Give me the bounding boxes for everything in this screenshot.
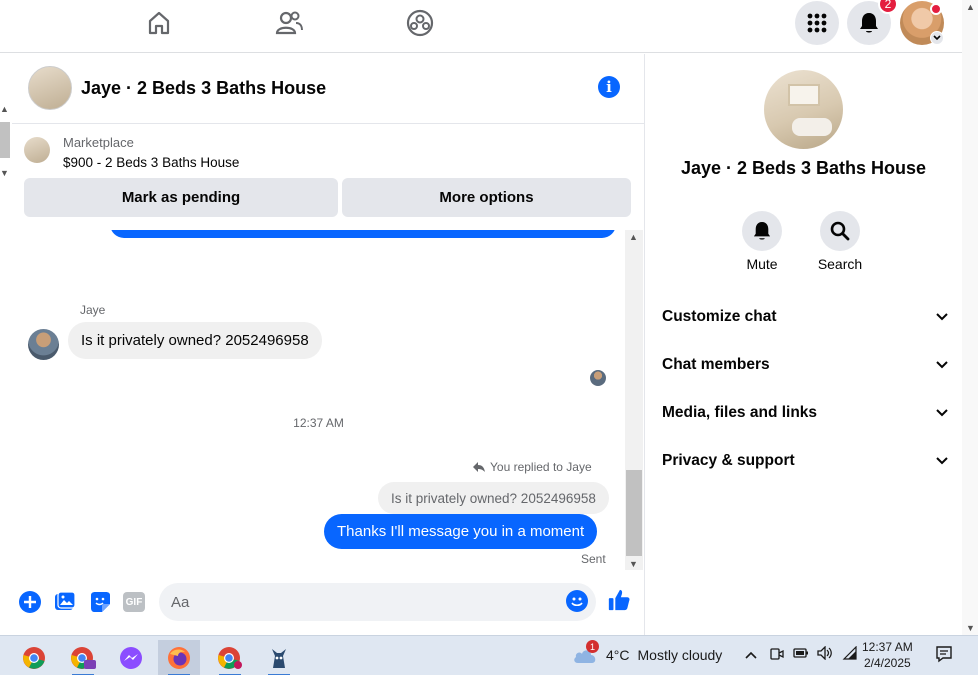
windows-taskbar: 1 4°C Mostly cloudy 12:37 AM 2/4/2025 [0, 635, 978, 675]
weather-condition: Mostly cloudy [637, 647, 723, 663]
section-chat-members[interactable]: Chat members [662, 350, 948, 380]
gif-label: GIF [123, 592, 145, 612]
section-label: Media, files and links [662, 404, 818, 421]
chrome-icon[interactable] [13, 640, 55, 675]
sender-name: Jaye [80, 303, 106, 317]
marketplace-listing: Marketplace $900 - 2 Beds 3 Baths House … [12, 125, 644, 230]
listing-title[interactable]: $900 - 2 Beds 3 Baths House [63, 155, 239, 170]
scroll-up-icon[interactable]: ▲ [966, 2, 975, 12]
groups-icon[interactable] [403, 6, 437, 40]
details-avatar[interactable] [764, 70, 843, 149]
top-navigation: 2 [0, 0, 962, 53]
section-customize-chat[interactable]: Customize chat [662, 302, 948, 332]
search-button[interactable] [820, 211, 860, 251]
weather-widget[interactable]: 1 4°C Mostly cloudy [572, 640, 723, 664]
chat-panel: Jaye · 2 Beds 3 Baths House i Marketplac… [12, 54, 644, 635]
battery-icon[interactable] [793, 646, 809, 663]
previous-outgoing-bubble [110, 230, 616, 238]
sticker-icon[interactable] [88, 590, 112, 614]
photo-icon[interactable] [53, 590, 77, 614]
emoji-icon[interactable] [566, 590, 588, 612]
bell-icon [860, 13, 878, 33]
temperature: 4°C [606, 647, 630, 663]
chevron-down-icon [936, 361, 948, 369]
quoted-message[interactable]: Is it privately owned? 2052496958 [378, 482, 609, 514]
seen-indicator-avatar [590, 370, 606, 386]
gif-icon[interactable]: GIF [122, 590, 146, 614]
notification-badge: 2 [878, 0, 898, 14]
reply-indicator: You replied to Jaye [472, 460, 592, 474]
chrome-profile-2-icon[interactable] [209, 640, 251, 675]
menu-grid-button[interactable] [795, 1, 839, 45]
scroll-thumb[interactable] [0, 122, 10, 158]
left-scrollbar[interactable]: ▲ ▼ [0, 104, 10, 184]
mute-button[interactable] [742, 211, 782, 251]
reply-indicator-text: You replied to Jaye [490, 460, 592, 474]
scroll-down-icon[interactable]: ▼ [0, 168, 9, 178]
mark-pending-button[interactable]: Mark as pending [24, 178, 338, 217]
chat-title[interactable]: Jaye · 2 Beds 3 Baths House [81, 78, 326, 99]
message-input[interactable] [159, 583, 596, 621]
scroll-thumb[interactable] [626, 470, 642, 556]
messenger-icon[interactable] [110, 640, 152, 675]
volume-icon[interactable] [817, 645, 833, 663]
sender-avatar[interactable] [28, 329, 59, 360]
search-label[interactable]: Search [800, 256, 880, 272]
scroll-up-icon[interactable]: ▲ [629, 232, 638, 242]
weather-alert-badge: 1 [586, 640, 599, 653]
like-icon[interactable] [607, 588, 631, 612]
avatar-bed-graphic [792, 118, 832, 136]
message-list: Jaye Is it privately owned? 2052496958 1… [12, 230, 644, 570]
section-media-files-links[interactable]: Media, files and links [662, 398, 948, 428]
avatar-window-graphic [788, 84, 820, 106]
plus-icon[interactable] [18, 590, 42, 614]
system-clock[interactable]: 12:37 AM 2/4/2025 [862, 639, 913, 671]
meet-now-icon[interactable] [770, 646, 784, 665]
reply-icon [473, 462, 485, 472]
mute-label[interactable]: Mute [722, 256, 802, 272]
app-character-icon[interactable] [258, 640, 300, 675]
account-menu-chevron-icon[interactable] [930, 31, 944, 45]
chat-details-panel: Jaye · 2 Beds 3 Baths House Mute Search … [645, 54, 962, 635]
scroll-down-icon[interactable]: ▼ [966, 623, 975, 633]
details-title: Jaye · 2 Beds 3 Baths House [680, 158, 927, 178]
message-composer: GIF [12, 578, 644, 628]
info-icon[interactable]: i [598, 76, 620, 98]
more-options-button[interactable]: More options [342, 178, 631, 217]
notifications-button[interactable]: 2 [847, 0, 898, 45]
status-dot [930, 3, 942, 15]
chrome-profile-icon[interactable] [62, 640, 104, 675]
incoming-message[interactable]: Is it privately owned? 2052496958 [68, 322, 322, 359]
outgoing-message[interactable]: Thanks I'll message you in a moment [324, 514, 598, 549]
chevron-down-icon [936, 457, 948, 465]
bell-icon [753, 222, 771, 240]
message-timestamp: 12:37 AM [293, 416, 344, 430]
message-status: Sent [581, 552, 606, 566]
chat-header: Jaye · 2 Beds 3 Baths House i [12, 54, 644, 124]
search-icon [830, 221, 850, 241]
wifi-icon[interactable] [842, 645, 858, 663]
listing-thumbnail[interactable] [24, 137, 50, 163]
scroll-up-icon[interactable]: ▲ [0, 104, 9, 114]
window-scrollbar[interactable]: ▲ ▼ [962, 0, 978, 635]
cloud-icon: 1 [572, 640, 599, 664]
friends-icon[interactable] [272, 6, 306, 40]
clock-date: 2/4/2025 [863, 656, 911, 670]
notification-center-icon[interactable] [935, 645, 953, 666]
home-icon[interactable] [142, 6, 176, 40]
show-hidden-icons-chevron-icon[interactable] [745, 646, 757, 662]
firefox-icon[interactable] [158, 640, 200, 675]
section-privacy-support[interactable]: Privacy & support [662, 446, 948, 476]
clock-time: 12:37 AM [862, 640, 913, 654]
chat-avatar[interactable] [28, 66, 72, 110]
scroll-down-icon[interactable]: ▼ [629, 559, 638, 569]
messages-scrollbar[interactable]: ▲ ▼ [625, 230, 643, 570]
section-label: Customize chat [662, 308, 777, 325]
chevron-down-icon [936, 313, 948, 321]
section-label: Privacy & support [662, 452, 795, 469]
section-label: Chat members [662, 356, 770, 373]
marketplace-label: Marketplace [63, 135, 134, 150]
chevron-down-icon [936, 409, 948, 417]
grid-icon [807, 13, 827, 33]
